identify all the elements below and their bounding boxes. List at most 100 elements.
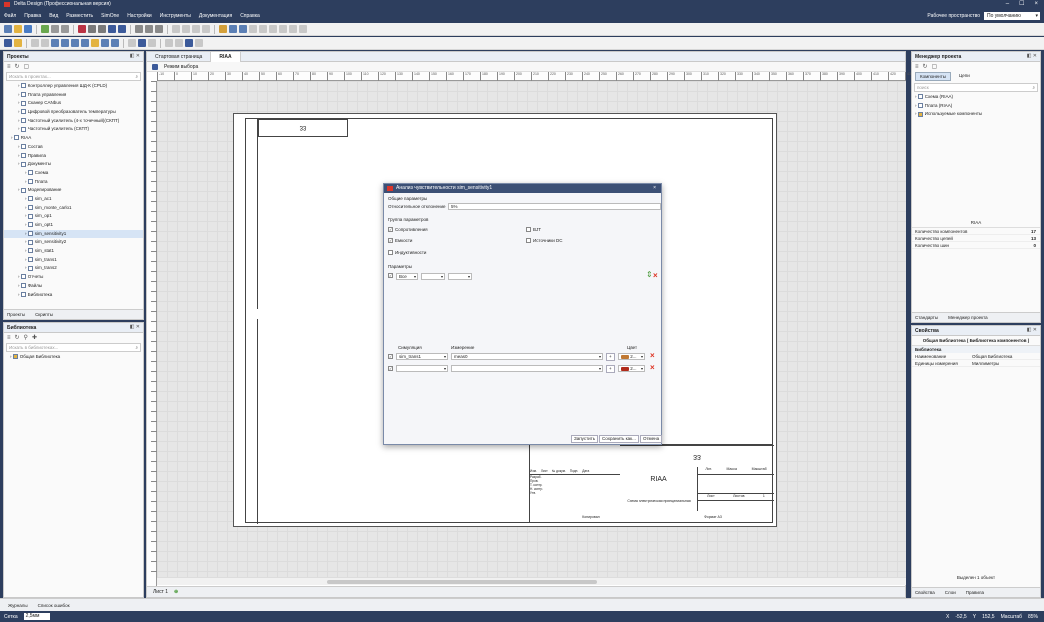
workspace-dropdown[interactable]: По умолчанию <box>984 12 1040 20</box>
align-right-icon[interactable] <box>192 25 200 33</box>
props-pin-icon[interactable]: ◧ ✕ <box>1027 327 1037 333</box>
grid-icon[interactable] <box>108 25 116 33</box>
tree-item[interactable]: › Сканер CANbus <box>4 99 143 108</box>
minus-icon[interactable] <box>195 39 203 47</box>
menu-settings[interactable]: Настройки <box>127 13 152 19</box>
row1-check[interactable]: ✓ <box>388 354 395 360</box>
pin-icon[interactable] <box>14 39 22 47</box>
lib-refresh-icon[interactable]: ↻ <box>15 334 20 341</box>
front-icon[interactable] <box>71 39 79 47</box>
new-icon[interactable] <box>4 25 12 33</box>
report-icon[interactable] <box>175 39 183 47</box>
library-pin-icon[interactable]: ◧ ✕ <box>130 324 140 330</box>
zoom-out-icon[interactable] <box>145 25 153 33</box>
copy-icon[interactable] <box>88 25 96 33</box>
menu-docs[interactable]: Документация <box>199 13 232 19</box>
tree-item[interactable]: › Библиотека <box>4 291 143 300</box>
probe-icon[interactable] <box>91 39 99 47</box>
component-icon[interactable] <box>219 25 227 33</box>
port-icon[interactable] <box>249 25 257 33</box>
tab-project-manager[interactable]: Менеджер проекта <box>948 315 988 320</box>
distribute-icon[interactable] <box>202 25 210 33</box>
close-button[interactable]: × <box>1034 0 1038 9</box>
sheet-tab-1[interactable]: Лист 1 <box>147 589 174 595</box>
tree-item[interactable]: › sim_ac1 <box>4 195 143 204</box>
tab-errors[interactable]: Список ошибок <box>38 603 70 608</box>
refresh-icon[interactable]: ↻ <box>15 63 20 70</box>
zoom-in-icon[interactable] <box>135 25 143 33</box>
checkbox-icon[interactable] <box>526 238 531 244</box>
menu-simone[interactable]: SimOne <box>101 13 119 19</box>
checkbox-icon[interactable]: ✓ <box>388 366 393 372</box>
tree-item[interactable]: › sim_sensitivity2 <box>4 238 143 247</box>
row2-delete-icon[interactable]: × <box>650 364 655 372</box>
text-icon[interactable] <box>259 25 267 33</box>
relative-input[interactable]: 5% <box>448 203 661 210</box>
align-left-icon[interactable] <box>172 25 180 33</box>
tab-nets[interactable]: Цепи <box>955 72 974 81</box>
netlabel-icon[interactable] <box>101 39 109 47</box>
tree-item[interactable]: › Схема <box>4 169 143 178</box>
redo-icon[interactable] <box>61 25 69 33</box>
maximize-button[interactable]: ☐ <box>1019 0 1024 9</box>
dialog-close-icon[interactable]: × <box>653 184 656 193</box>
projects-search-input[interactable]: Искать в проектах... <box>6 72 141 81</box>
add-sheet-icon[interactable]: ⊕ <box>174 589 178 595</box>
tree-item[interactable]: › Цифровой преобразователь температуры <box>4 108 143 117</box>
tree-item[interactable]: › sim_sensitivity1 <box>4 229 143 239</box>
row2-meas-dropdown[interactable] <box>451 365 603 372</box>
tree-item[interactable]: › sim_op1 <box>4 212 143 221</box>
mode-label[interactable]: Режим выбора <box>164 64 198 70</box>
check-resistors[interactable]: ✓ Сопротивления <box>388 227 428 233</box>
plus-icon[interactable] <box>185 39 193 47</box>
tab-rules[interactable]: Правила <box>966 590 984 595</box>
lib-add-icon[interactable]: ✚ <box>32 334 37 341</box>
check-dc-sources[interactable]: Источники DC <box>526 238 562 244</box>
prop-row[interactable]: Наименование Общая Библиотека <box>912 353 1040 360</box>
check-inductors[interactable]: Индуктивности <box>388 250 426 256</box>
pm-pin-icon[interactable]: ◧ ✕ <box>1027 53 1037 59</box>
tab-scripts[interactable]: Скрипты <box>35 312 53 317</box>
save-icon[interactable] <box>24 25 32 33</box>
row1-add-button[interactable]: + <box>606 353 615 361</box>
checkbox-icon[interactable]: ✓ <box>388 354 393 360</box>
arc-icon[interactable] <box>299 25 307 33</box>
circle-icon[interactable] <box>289 25 297 33</box>
prop-row[interactable]: Единицы измерения Миллиметры <box>912 360 1040 367</box>
check-icon[interactable] <box>41 25 49 33</box>
tab-components[interactable]: Компоненты <box>915 72 951 81</box>
print-icon[interactable] <box>78 25 86 33</box>
checkbox-icon[interactable]: ✓ <box>388 273 393 279</box>
menu-edit[interactable]: Правка <box>24 13 41 19</box>
group-icon[interactable] <box>51 39 59 47</box>
tab-projects[interactable]: Проекты <box>7 312 25 317</box>
tree-item[interactable]: › Состав <box>4 143 143 152</box>
scroll-thumb[interactable] <box>327 580 597 584</box>
tree-item[interactable]: › Контроллер управления ШД-К (CPLD) <box>4 82 143 91</box>
tree-item[interactable]: › Плата управления <box>4 91 143 100</box>
tree-item[interactable]: › sim_opt1 <box>4 221 143 230</box>
grid-dropdown[interactable]: 2,5мм <box>23 613 50 620</box>
line-icon[interactable] <box>269 25 277 33</box>
horizontal-scrollbar[interactable] <box>157 577 906 585</box>
erc-icon[interactable] <box>165 39 173 47</box>
tree-item[interactable]: › Схема (RIAA) <box>912 93 1040 102</box>
power-icon[interactable] <box>111 39 119 47</box>
measure-icon[interactable] <box>128 39 136 47</box>
check-bjt[interactable]: BJT <box>526 227 541 233</box>
folder-icon[interactable]: ▢ <box>24 63 30 70</box>
row2-add-button[interactable]: + <box>606 365 615 373</box>
undo-icon[interactable] <box>51 25 59 33</box>
tab-standards[interactable]: Стандарты <box>915 315 938 320</box>
minimize-button[interactable]: – <box>1006 0 1009 9</box>
row2-check[interactable]: ✓ <box>388 366 395 372</box>
selection-mode-icon[interactable] <box>152 63 158 70</box>
paste-icon[interactable] <box>98 25 106 33</box>
save-as-button[interactable]: Сохранить как... <box>599 435 639 443</box>
lib-filter-icon[interactable]: ⚲ <box>24 334 28 341</box>
checkbox-icon[interactable]: ✓ <box>388 227 393 233</box>
rect-icon[interactable] <box>279 25 287 33</box>
menu-view[interactable]: Вид <box>49 13 58 19</box>
row1-sim-dropdown[interactable]: sim_trans1 <box>396 353 448 360</box>
back-icon[interactable] <box>81 39 89 47</box>
